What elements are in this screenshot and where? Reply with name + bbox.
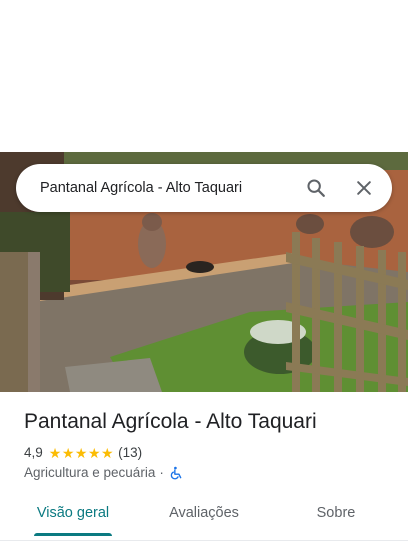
tab-label: Sobre	[316, 505, 356, 521]
place-title: Pantanal Agrícola - Alto Taquari	[24, 410, 317, 433]
review-count[interactable]: (13)	[118, 445, 142, 460]
search-bar[interactable]: Pantanal Agrícola - Alto Taquari	[16, 164, 392, 212]
rating-row[interactable]: 4,9 ★ ★ ★ ★ ★ (13)	[24, 445, 142, 460]
search-query-text[interactable]: Pantanal Agrícola - Alto Taquari	[16, 180, 292, 196]
place-info-panel: Pantanal Agrícola - Alto Taquari 4,9 ★ ★…	[0, 392, 408, 544]
star-icon: ★	[61, 444, 75, 461]
tabs-divider	[0, 540, 408, 541]
place-tabs: Visão geral Avaliações Sobre	[0, 504, 408, 544]
star-icon: ★	[101, 444, 114, 461]
close-button[interactable]	[340, 164, 388, 212]
search-icon	[307, 179, 325, 197]
star-icon: ★	[48, 444, 62, 461]
category-row: Agricultura e pecuária ·	[24, 465, 183, 480]
tab-label: Avaliações	[169, 505, 239, 521]
tab-label: Visão geral	[36, 505, 110, 521]
active-tab-indicator	[34, 533, 112, 536]
search-button[interactable]	[292, 164, 340, 212]
star-icon: ★	[74, 444, 88, 461]
star-icon: ★	[87, 444, 101, 461]
rating-stars: ★ ★ ★ ★ ★	[49, 446, 114, 460]
tab-reviews[interactable]: Avaliações	[155, 504, 253, 521]
rating-value: 4,9	[24, 445, 43, 460]
tab-overview[interactable]: Visão geral	[24, 504, 122, 521]
wheelchair-icon	[170, 466, 182, 479]
place-category: Agricultura e pecuária	[24, 465, 156, 480]
close-icon	[357, 181, 371, 195]
map-blank-area	[0, 0, 408, 152]
tab-about[interactable]: Sobre	[287, 504, 385, 521]
separator-dot: ·	[159, 465, 164, 480]
